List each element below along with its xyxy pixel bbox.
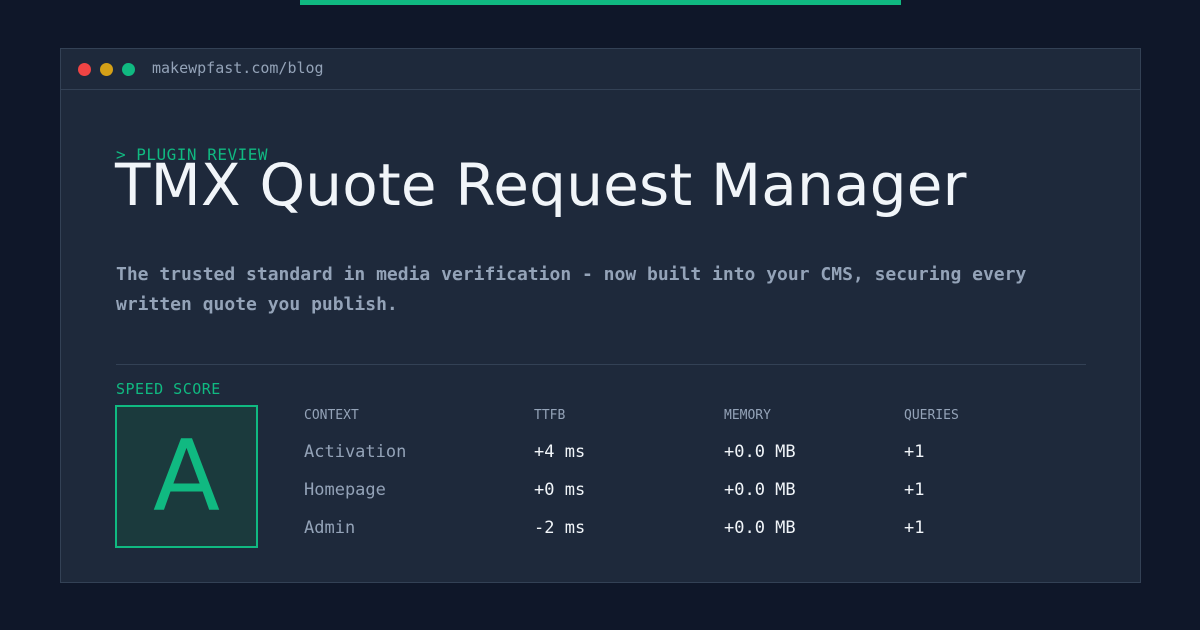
maximize-dot-icon xyxy=(122,63,135,76)
column-header-context: CONTEXT xyxy=(304,408,359,423)
context-cell: Homepage xyxy=(304,480,386,500)
table-row: Activation +4 ms +0.0 MB +1 xyxy=(304,441,1104,479)
metrics-table: CONTEXT TTFB MEMORY QUERIES Activation +… xyxy=(304,407,1104,555)
close-dot-icon xyxy=(78,63,91,76)
page-description: The trusted standard in media verificati… xyxy=(116,264,1027,315)
speed-score-label: SPEED SCORE xyxy=(116,380,221,398)
minimize-dot-icon xyxy=(100,63,113,76)
column-header-queries: QUERIES xyxy=(904,408,959,423)
section-divider xyxy=(116,364,1086,365)
memory-cell: +0.0 MB xyxy=(724,518,796,538)
ttfb-cell: -2 ms xyxy=(534,518,586,538)
memory-cell: +0.0 MB xyxy=(724,442,796,462)
table-row: Admin -2 ms +0.0 MB +1 xyxy=(304,517,1104,555)
url-text: makewpfast.com/blog xyxy=(152,59,324,77)
queries-cell: +1 xyxy=(904,518,925,538)
ttfb-cell: +4 ms xyxy=(534,442,586,462)
memory-cell: +0.0 MB xyxy=(724,480,796,500)
page-title: TMX Quote Request Manager xyxy=(115,151,967,219)
queries-cell: +1 xyxy=(904,442,925,462)
queries-cell: +1 xyxy=(904,480,925,500)
ttfb-cell: +0 ms xyxy=(534,480,586,500)
top-accent-bar xyxy=(300,0,901,5)
speed-grade-badge: A xyxy=(115,405,258,548)
window-titlebar: makewpfast.com/blog xyxy=(61,49,1140,90)
column-header-ttfb: TTFB xyxy=(534,408,566,423)
metrics-header-row: CONTEXT TTFB MEMORY QUERIES xyxy=(304,407,1104,441)
context-cell: Activation xyxy=(304,442,407,462)
context-cell: Admin xyxy=(304,518,356,538)
column-header-memory: MEMORY xyxy=(724,408,771,423)
speed-grade: A xyxy=(152,419,221,534)
browser-window: makewpfast.com/blog > PLUGIN REVIEW TMX … xyxy=(60,48,1141,583)
table-row: Homepage +0 ms +0.0 MB +1 xyxy=(304,479,1104,517)
